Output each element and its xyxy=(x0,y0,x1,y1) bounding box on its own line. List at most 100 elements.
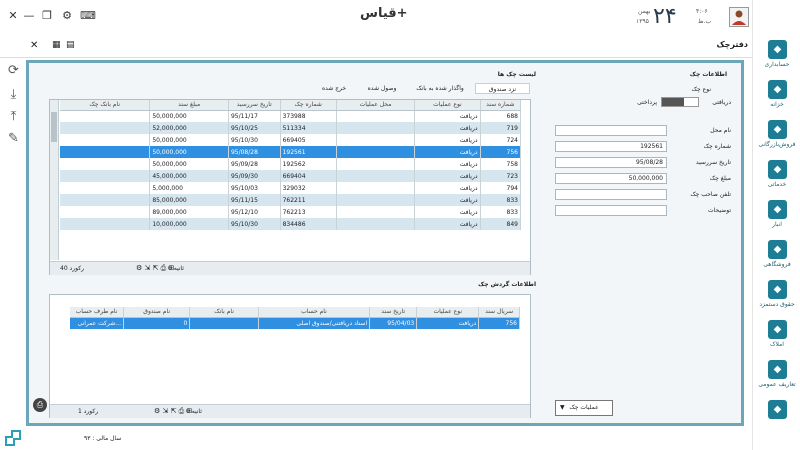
form-field-input[interactable] xyxy=(555,205,667,216)
table-row[interactable]: 10,000,000 95/10/30 834486 دریافت 849 xyxy=(60,218,522,230)
table-row[interactable]: 50,000,000 95/10/30 669405 دریافت 724 xyxy=(60,134,522,146)
list-icon: ◆ xyxy=(768,360,787,379)
table-cell: دریافت xyxy=(414,182,481,194)
table-cell: 89,000,000 xyxy=(149,206,229,218)
form-section-title: اطلاعات چک xyxy=(689,71,727,78)
form-field-input[interactable] xyxy=(555,125,667,136)
nav-item-5[interactable]: ◆ فروشگاهی xyxy=(753,238,800,278)
history-record-count: 1 رکورد xyxy=(78,408,99,415)
column-header[interactable]: تاریخ سند xyxy=(369,307,418,318)
table-cell: 762213 xyxy=(280,206,337,218)
table-cell: 794 xyxy=(480,182,522,194)
nav-item-3[interactable]: ◆ خدماتی xyxy=(753,158,800,198)
tab-spent[interactable]: خرج شده xyxy=(310,83,358,94)
clock-day: ۲۴ xyxy=(653,4,677,29)
column-header[interactable]: تاریخ سررسید xyxy=(228,100,281,111)
nav-item-6[interactable]: ◆ حقوق دستمزد xyxy=(753,278,800,318)
table-row[interactable]: 50,000,000 95/09/28 192562 دریافت 758 xyxy=(60,158,522,170)
table-cell xyxy=(60,194,151,206)
table-row[interactable]: 50,000,000 95/08/28 192561 دریافت 756 xyxy=(60,146,522,158)
nav-item-0[interactable]: ◆ حسابداری xyxy=(753,38,800,78)
checks-scrollbar[interactable] xyxy=(50,100,59,260)
nav-item-8[interactable]: ◆ تعاریف عمومی xyxy=(753,358,800,398)
checks-time: 0 ثانیه xyxy=(168,265,184,272)
column-header[interactable]: مبلغ سند xyxy=(149,100,229,111)
table-row[interactable]: 45,000,000 95/09/30 669404 دریافت 723 xyxy=(60,170,522,182)
table-cell xyxy=(336,110,416,122)
table-cell: 50,000,000 xyxy=(149,110,229,122)
table-row[interactable]: 5,000,000 95/10/03 329032 دریافت 794 xyxy=(60,182,522,194)
user-avatar[interactable] xyxy=(729,7,749,27)
settings-icon[interactable]: ⚙ xyxy=(60,9,74,23)
calendar-icon[interactable]: ▤ xyxy=(66,40,75,50)
form-field-input[interactable]: 50,000,000 xyxy=(555,173,667,184)
table-cell: 52,000,000 xyxy=(149,122,229,134)
column-header[interactable]: نام حساب xyxy=(258,307,371,318)
table-cell xyxy=(336,170,416,182)
minimize-window-button[interactable]: — xyxy=(22,9,36,23)
page-toolbar: ✕ ▦ ▤ دفترچک xyxy=(0,34,752,58)
check-type-label: نوع چک xyxy=(691,86,711,93)
calculator-icon[interactable]: ▦ xyxy=(52,40,61,50)
table-cell: 669404 xyxy=(280,170,337,182)
table-cell: 95/12/10 xyxy=(228,206,281,218)
table-row[interactable]: شرکت عمرانی... 0 اسناد دریافتنی/صندوق اصلی… xyxy=(70,317,520,329)
close-page-icon[interactable]: ✕ xyxy=(30,40,38,51)
refresh-icon[interactable]: ⟳ xyxy=(5,62,22,79)
table-cell: 45,000,000 xyxy=(149,170,229,182)
nav-item-1[interactable]: ◆ خزانه xyxy=(753,78,800,118)
tab-collected[interactable]: وصول شده xyxy=(360,83,404,94)
check-operations-dropdown[interactable]: ▼ عملیات چک xyxy=(555,400,613,416)
form-field-input[interactable] xyxy=(555,189,667,200)
table-cell xyxy=(336,134,416,146)
form-field-input[interactable]: 95/08/28 xyxy=(555,157,667,168)
clock-month: بهمن xyxy=(638,8,651,15)
edit-icon[interactable]: ✎ xyxy=(5,130,22,147)
download-icon[interactable]: ⤓ xyxy=(5,86,22,103)
form-field-label: شماره چک xyxy=(703,143,731,150)
table-row[interactable]: 52,000,000 95/10/25 511334 دریافت 719 xyxy=(60,122,522,134)
checks-record-count: 40 رکورد xyxy=(60,265,84,272)
main-panel: اطلاعات چک نوع چک دریافتی پرداختی ▼ عملی… xyxy=(26,60,744,426)
table-cell: 95/10/30 xyxy=(228,218,281,230)
tab-in-cashbox[interactable]: نزد صندوق xyxy=(475,83,530,94)
upload-icon[interactable]: ⤒ xyxy=(5,108,22,125)
left-toolbar: ⟳ ⤓ ⤒ ✎ xyxy=(0,58,26,450)
form-field-input[interactable]: 192561 xyxy=(555,141,667,152)
form-field-label: توضیحات xyxy=(707,207,731,214)
shop-icon: ◆ xyxy=(768,240,787,259)
table-cell xyxy=(60,170,151,182)
table-cell: 669405 xyxy=(280,134,337,146)
column-header[interactable]: نوع عملیات xyxy=(416,307,480,318)
form-field-label: مبلغ چک xyxy=(709,175,731,182)
column-header[interactable]: نام صندوق xyxy=(123,307,191,318)
table-row[interactable]: 89,000,000 95/12/10 762213 دریافت 833 xyxy=(60,206,522,218)
close-window-button[interactable]: ✕ xyxy=(6,9,20,23)
column-header[interactable]: نام بانک چک xyxy=(60,100,151,111)
table-cell: دریافت xyxy=(414,170,481,182)
table-cell: 724 xyxy=(480,134,522,146)
tab-assigned-bank[interactable]: واگذار شده به بانک xyxy=(406,83,474,94)
nav-item-9[interactable]: ◆ xyxy=(753,398,800,438)
column-header[interactable]: شماره سند xyxy=(480,100,522,111)
restore-window-button[interactable]: ❐ xyxy=(40,9,54,23)
nav-item-7[interactable]: ◆ املاک xyxy=(753,318,800,358)
table-cell: دریافت xyxy=(414,134,481,146)
table-row[interactable]: 85,000,000 95/11/15 762211 دریافت 833 xyxy=(60,194,522,206)
print-icon[interactable]: ⎙ xyxy=(33,398,47,412)
table-cell xyxy=(336,194,416,206)
column-header[interactable]: نوع عملیات xyxy=(414,100,481,111)
table-cell: 0 xyxy=(123,317,191,329)
nav-item-4[interactable]: ◆ انبار xyxy=(753,198,800,238)
column-header[interactable]: شماره چک xyxy=(280,100,337,111)
column-header[interactable]: سریال سند xyxy=(478,307,520,318)
table-row[interactable]: 50,000,000 95/11/17 373988 دریافت 688 xyxy=(60,110,522,122)
check-type-toggle[interactable] xyxy=(661,97,699,107)
table-cell: 756 xyxy=(478,317,520,329)
clock-ampm: ب.ظ xyxy=(698,18,712,25)
column-header[interactable]: نام بانک xyxy=(189,307,259,318)
column-header[interactable]: محل عملیات xyxy=(336,100,416,111)
nav-item-2[interactable]: ◆ فروش‌بازرگانی xyxy=(753,118,800,158)
keyboard-icon[interactable]: ⌨ xyxy=(80,9,96,23)
column-header[interactable]: نام طرف حساب xyxy=(70,307,124,318)
